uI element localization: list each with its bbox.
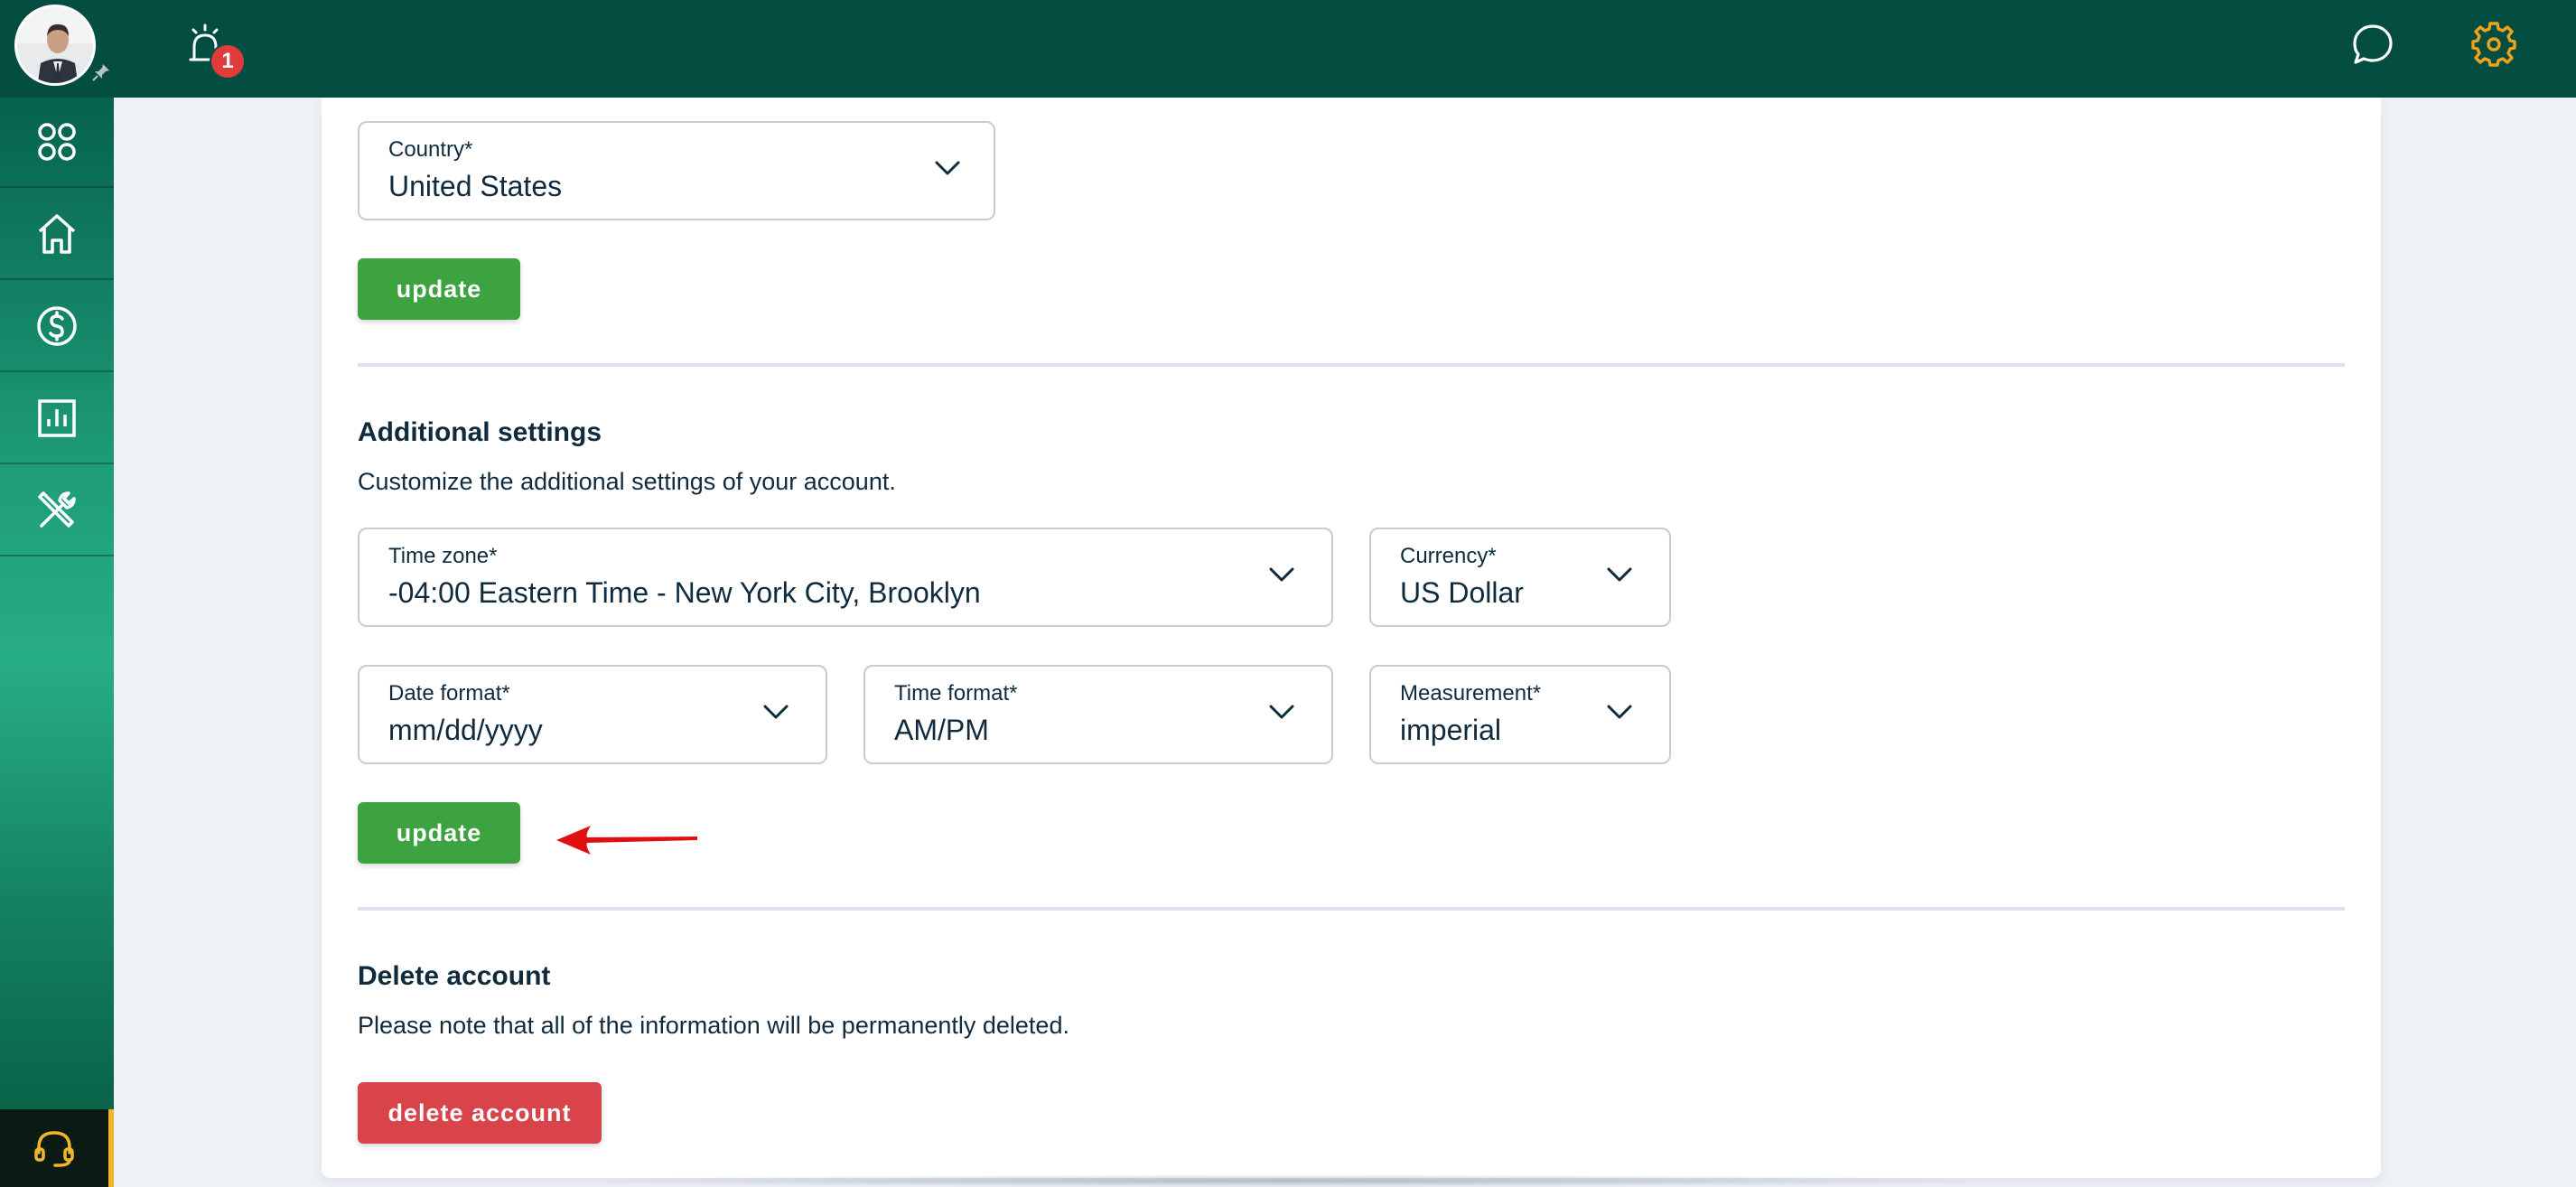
measurement-select[interactable]: Measurement* imperial [1369, 665, 1671, 764]
headset-icon [34, 1131, 74, 1167]
delete-account-button[interactable]: delete account [358, 1082, 602, 1144]
chat-icon[interactable] [2350, 22, 2395, 67]
time-format-select[interactable]: Time format* AM/PM [863, 665, 1333, 764]
notification-badge: 1 [210, 43, 246, 79]
country-label: Country* [388, 137, 473, 162]
delete-account-description: Please note that all of the information … [358, 1012, 1069, 1039]
dollar-icon [37, 306, 77, 346]
dashboard-icon [38, 123, 76, 161]
country-value: United States [388, 170, 563, 202]
chevron-down-icon [1269, 567, 1294, 582]
timezone-value: -04:00 Eastern Time - New York City, Bro… [388, 576, 981, 609]
currency-select[interactable]: Currency* US Dollar [1369, 528, 1671, 627]
time-format-label: Time format* [894, 681, 1018, 706]
section-divider [358, 363, 2345, 367]
chevron-down-icon [935, 161, 960, 175]
sidebar-item-finance[interactable] [0, 282, 114, 372]
tools-icon [38, 491, 76, 528]
top-bar: 1 [0, 0, 2576, 98]
pin-icon[interactable] [90, 61, 112, 83]
timezone-label: Time zone* [388, 544, 498, 568]
sidebar-item-dashboard[interactable] [0, 98, 114, 188]
annotation-arrow-icon [556, 826, 697, 855]
scroll-shadow [542, 1174, 2032, 1187]
chevron-down-icon [1269, 705, 1294, 719]
timezone-select[interactable]: Time zone* -04:00 Eastern Time - New Yor… [358, 528, 1333, 627]
user-avatar[interactable] [14, 5, 96, 86]
sidebar-item-reports[interactable] [0, 374, 114, 464]
sidebar [0, 98, 114, 1187]
measurement-value: imperial [1400, 714, 1502, 746]
chevron-down-icon [1607, 705, 1632, 719]
time-format-value: AM/PM [894, 714, 989, 746]
sidebar-item-tools[interactable] [0, 466, 114, 556]
currency-label: Currency* [1400, 544, 1497, 568]
chevron-down-icon [1607, 567, 1632, 582]
country-select[interactable]: Country* United States [358, 121, 995, 220]
date-format-value: mm/dd/yyyy [388, 714, 543, 746]
home-icon [38, 214, 76, 254]
date-format-select[interactable]: Date format* mm/dd/yyyy [358, 665, 827, 764]
additional-settings-description: Customize the additional settings of you… [358, 468, 896, 495]
measurement-label: Measurement* [1400, 681, 1542, 706]
support-button[interactable] [0, 1109, 114, 1187]
country-update-button[interactable]: update [358, 258, 520, 320]
sidebar-item-home[interactable] [0, 190, 114, 280]
additional-update-button[interactable]: update [358, 802, 520, 864]
chevron-down-icon [763, 705, 789, 719]
section-divider [358, 907, 2345, 911]
currency-value: US Dollar [1400, 576, 1524, 609]
avatar-portrait [17, 7, 93, 83]
chart-icon [38, 399, 76, 437]
gear-icon[interactable] [2469, 20, 2518, 69]
delete-account-title: Delete account [358, 961, 551, 991]
additional-settings-title: Additional settings [358, 417, 602, 447]
date-format-label: Date format* [388, 681, 510, 706]
